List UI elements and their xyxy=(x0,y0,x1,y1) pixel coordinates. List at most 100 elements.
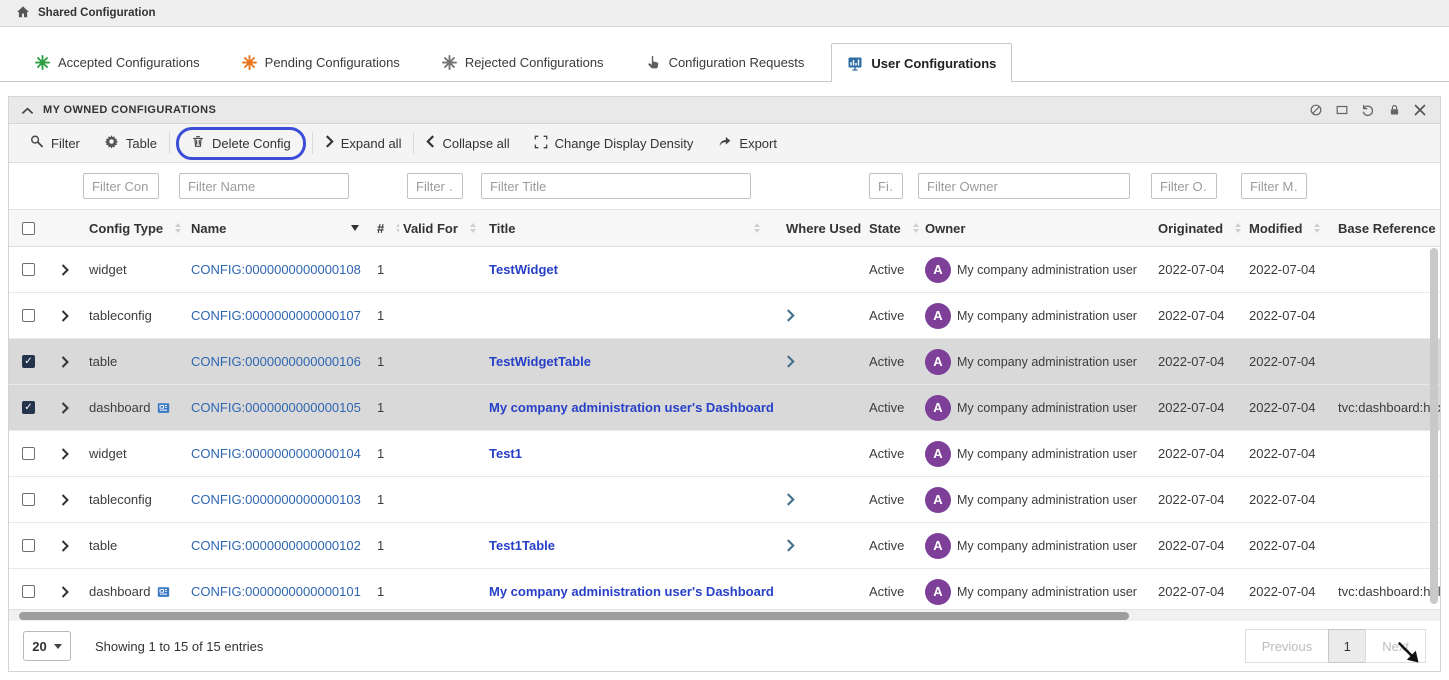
table-row[interactable]: tableconfig CONFIG:0000000000000103 1 Ac… xyxy=(9,477,1440,523)
column-header-owner[interactable]: Owner xyxy=(921,221,1154,236)
config-name-link[interactable]: CONFIG:0000000000000103 xyxy=(191,492,361,507)
tab-label: Accepted Configurations xyxy=(58,55,200,70)
row-checkbox[interactable] xyxy=(22,539,35,552)
expand-row-icon[interactable] xyxy=(61,356,69,368)
current-page-button[interactable]: 1 xyxy=(1328,629,1366,663)
expand-row-icon[interactable] xyxy=(61,586,69,598)
mouse-cursor xyxy=(1396,640,1422,669)
config-name-link[interactable]: CONFIG:0000000000000104 xyxy=(191,446,361,461)
previous-page-button[interactable]: Previous xyxy=(1245,629,1330,663)
config-title-link[interactable]: TestWidget xyxy=(489,262,558,277)
owner-avatar: A xyxy=(925,441,951,467)
panel-header: MY OWNED CONFIGURATIONS xyxy=(9,97,1440,124)
export-button[interactable]: Export xyxy=(705,124,789,162)
filter-config-type-input[interactable] xyxy=(83,173,159,199)
table-row[interactable]: table CONFIG:0000000000000102 1 Test1Tab… xyxy=(9,523,1440,569)
change-display-density-button[interactable]: Change Display Density xyxy=(522,124,706,162)
table-row[interactable]: table CONFIG:0000000000000106 1 TestWidg… xyxy=(9,339,1440,385)
config-name-link[interactable]: CONFIG:0000000000000101 xyxy=(191,584,361,599)
circle-slash-icon[interactable] xyxy=(1308,102,1324,118)
config-title-link[interactable]: My company administration user's Dashboa… xyxy=(489,400,774,415)
where-used-chevron-icon[interactable] xyxy=(786,355,795,368)
where-used-chevron-icon[interactable] xyxy=(786,493,795,506)
home-icon[interactable] xyxy=(16,5,30,22)
column-header-state[interactable]: State xyxy=(865,221,921,236)
vertical-scrollbar[interactable] xyxy=(1430,248,1438,604)
row-checkbox[interactable] xyxy=(22,585,35,598)
config-name-link[interactable]: CONFIG:0000000000000108 xyxy=(191,262,361,277)
owner-avatar: A xyxy=(925,533,951,559)
tab-user-configurations[interactable]: User Configurations xyxy=(831,43,1012,82)
column-header-name[interactable]: Name xyxy=(187,221,373,236)
config-title-link[interactable]: Test1Table xyxy=(489,538,555,553)
sort-icon xyxy=(1235,223,1241,233)
row-checkbox[interactable] xyxy=(22,263,35,276)
window-icon[interactable] xyxy=(1334,102,1350,118)
page-size-select[interactable]: 20 xyxy=(23,631,71,661)
column-header-config-type[interactable]: Config Type xyxy=(85,221,187,236)
column-header-number[interactable]: # xyxy=(373,221,399,236)
config-title-link[interactable]: TestWidgetTable xyxy=(489,354,591,369)
column-header-where-used[interactable]: Where Used xyxy=(774,221,865,236)
tab-accepted-configurations[interactable]: Accepted Configurations xyxy=(20,43,215,81)
horizontal-scrollbar-track[interactable] xyxy=(9,609,1440,621)
row-checkbox[interactable] xyxy=(22,355,35,368)
filter-owner-input[interactable] xyxy=(918,173,1130,199)
collapse-panel-icon[interactable] xyxy=(21,103,34,118)
where-used-chevron-icon[interactable] xyxy=(786,539,795,552)
revision-number-cell: 1 xyxy=(377,538,384,553)
table-row[interactable]: dashboard CONFIG:0000000000000105 1 My c… xyxy=(9,385,1440,431)
config-name-link[interactable]: CONFIG:0000000000000107 xyxy=(191,308,361,323)
table-row[interactable]: dashboard CONFIG:0000000000000101 1 My c… xyxy=(9,569,1440,609)
sort-desc-icon xyxy=(351,225,359,231)
expand-all-button[interactable]: Expand all xyxy=(313,124,414,162)
column-header-originated[interactable]: Originated xyxy=(1154,221,1245,236)
column-header-valid-for[interactable]: Valid For xyxy=(399,221,485,236)
filter-valid-for-input[interactable] xyxy=(407,173,463,199)
horizontal-scrollbar-thumb[interactable] xyxy=(19,612,1129,620)
filter-title-input[interactable] xyxy=(481,173,751,199)
tab-rejected-configurations[interactable]: Rejected Configurations xyxy=(427,43,619,81)
expand-row-icon[interactable] xyxy=(61,402,69,414)
row-checkbox[interactable] xyxy=(22,309,35,322)
table-settings-button[interactable]: Table xyxy=(92,124,169,162)
close-icon[interactable] xyxy=(1412,102,1428,118)
config-name-link[interactable]: CONFIG:0000000000000105 xyxy=(191,400,361,415)
expand-row-icon[interactable] xyxy=(61,264,69,276)
column-header-base-reference[interactable]: Base Reference xyxy=(1334,221,1440,236)
expand-row-icon[interactable] xyxy=(61,310,69,322)
where-used-chevron-icon[interactable] xyxy=(786,309,795,322)
collapse-all-button[interactable]: Collapse all xyxy=(414,124,521,162)
state-cell: Active xyxy=(869,262,904,277)
user-configurations-icon xyxy=(847,55,863,71)
table-row[interactable]: widget CONFIG:0000000000000108 1 TestWid… xyxy=(9,247,1440,293)
undo-icon[interactable] xyxy=(1360,102,1376,118)
display-density-icon xyxy=(534,135,548,152)
config-name-link[interactable]: CONFIG:0000000000000106 xyxy=(191,354,361,369)
revision-number-cell: 1 xyxy=(377,584,384,599)
expand-row-icon[interactable] xyxy=(61,494,69,506)
tab-pending-configurations[interactable]: Pending Configurations xyxy=(227,43,415,81)
table-row[interactable]: widget CONFIG:0000000000000104 1 Test1 A… xyxy=(9,431,1440,477)
column-header-modified[interactable]: Modified xyxy=(1245,221,1334,236)
filter-originated-input[interactable] xyxy=(1151,173,1217,199)
table-row[interactable]: tableconfig CONFIG:0000000000000107 1 Ac… xyxy=(9,293,1440,339)
config-name-link[interactable]: CONFIG:0000000000000102 xyxy=(191,538,361,553)
row-checkbox[interactable] xyxy=(22,493,35,506)
expand-row-icon[interactable] xyxy=(61,448,69,460)
base-reference-cell: tvc:dashboard:heli xyxy=(1338,584,1440,599)
config-title-link[interactable]: My company administration user's Dashboa… xyxy=(489,584,774,599)
config-title-link[interactable]: Test1 xyxy=(489,446,522,461)
column-header-title[interactable]: Title xyxy=(485,221,774,236)
expand-row-icon[interactable] xyxy=(61,540,69,552)
filter-name-input[interactable] xyxy=(179,173,349,199)
select-all-checkbox[interactable] xyxy=(22,222,35,235)
row-checkbox[interactable] xyxy=(22,401,35,414)
lock-icon[interactable] xyxy=(1386,102,1402,118)
filter-button[interactable]: Filter xyxy=(17,124,92,162)
tab-configuration-requests[interactable]: Configuration Requests xyxy=(631,43,820,81)
filter-state-input[interactable] xyxy=(869,173,903,199)
delete-config-button[interactable]: Delete Config xyxy=(179,134,303,152)
filter-modified-input[interactable] xyxy=(1241,173,1307,199)
row-checkbox[interactable] xyxy=(22,447,35,460)
